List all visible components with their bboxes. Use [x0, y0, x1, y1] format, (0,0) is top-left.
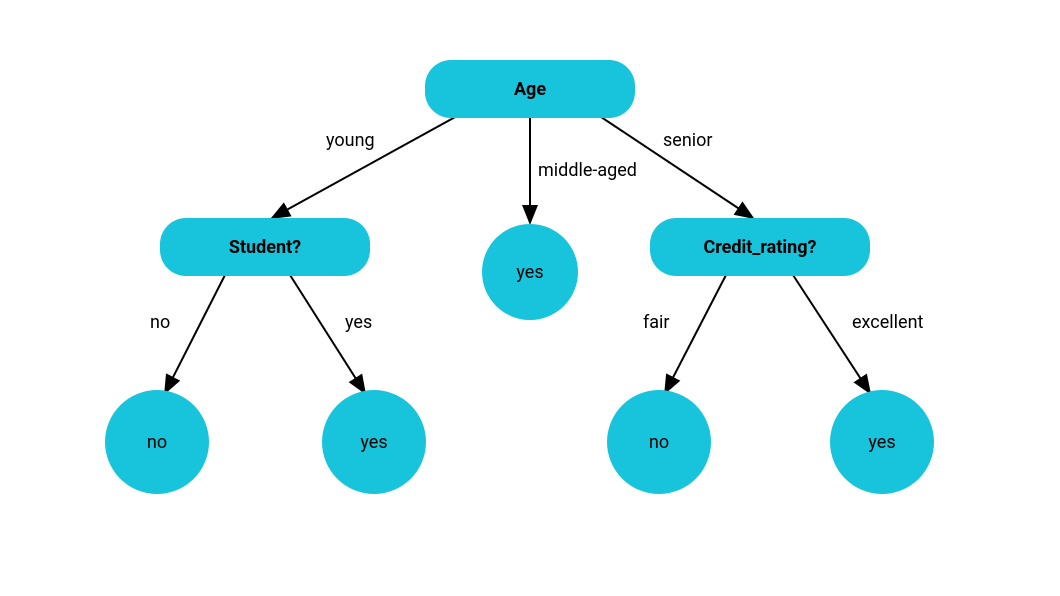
node-age: Age	[425, 60, 635, 118]
leaf-credit-excellent: yes	[830, 390, 934, 494]
node-student: Student?	[160, 218, 370, 276]
leaf-student-no: no	[105, 390, 209, 494]
leaf-middle-aged: yes	[482, 224, 578, 320]
node-credit-rating-label: Credit_rating?	[703, 237, 816, 258]
node-student-label: Student?	[229, 237, 301, 258]
edge-label-middle-aged: middle-aged	[538, 160, 637, 181]
edge-label-student-no: no	[150, 312, 170, 333]
leaf-credit-fair-label: no	[649, 432, 669, 453]
edge-label-student-yes: yes	[345, 312, 372, 333]
leaf-credit-fair: no	[607, 390, 711, 494]
node-age-label: Age	[514, 79, 546, 100]
leaf-student-no-label: no	[147, 432, 167, 453]
edge-student-to-yes	[290, 275, 365, 393]
leaf-credit-excellent-label: yes	[868, 432, 895, 453]
edge-student-to-no	[165, 275, 225, 393]
edge-credit-to-excellent	[793, 275, 870, 393]
edge-label-credit-fair: fair	[643, 312, 670, 333]
decision-tree-diagram: Age Student? Credit_rating? yes no yes n…	[0, 0, 1060, 596]
leaf-student-yes: yes	[322, 390, 426, 494]
leaf-middle-aged-label: yes	[516, 262, 543, 283]
edge-credit-to-fair	[665, 275, 726, 393]
edge-label-young: young	[326, 130, 375, 151]
edge-label-senior: senior	[663, 130, 713, 151]
node-credit-rating: Credit_rating?	[650, 218, 870, 276]
edge-label-credit-excellent: excellent	[852, 312, 923, 333]
leaf-student-yes-label: yes	[360, 432, 387, 453]
edge-root-to-student	[272, 105, 477, 218]
